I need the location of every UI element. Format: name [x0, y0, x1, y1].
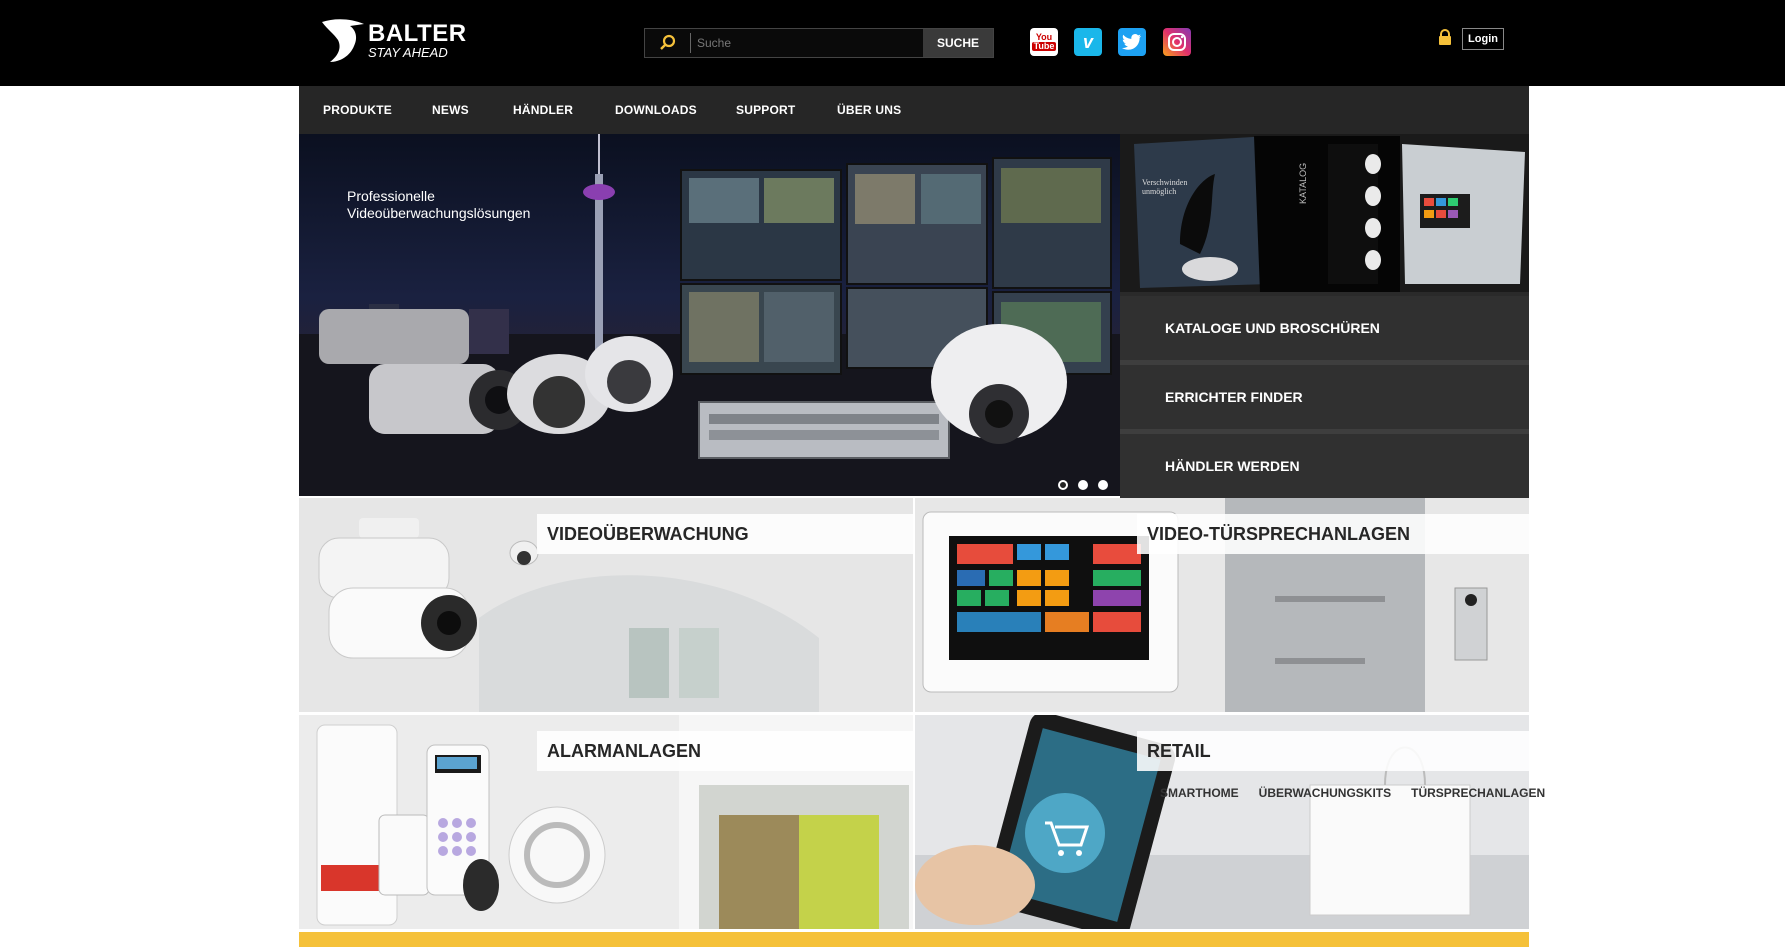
catalog-thumbnail[interactable]: Verschwinden unmöglich KATALOG	[1120, 134, 1529, 292]
catalog-thumb-spine: KATALOG	[1298, 162, 1308, 204]
login-button[interactable]: Login	[1462, 28, 1504, 50]
instagram-icon[interactable]	[1163, 28, 1191, 56]
tile-retail[interactable]: RETAIL	[915, 715, 1529, 929]
tile-label-video-tuersprechanlagen: VIDEO-TÜRSPRECHANLAGEN	[1137, 514, 1529, 554]
hero-caption-line2: Videoüberwachungslösungen	[347, 205, 531, 221]
link-haendler-werden[interactable]: HÄNDLER WERDEN	[1120, 434, 1529, 498]
retail-sublinks: SMARTHOME ÜBERWACHUNGSKITS TÜRSPRECHANLA…	[1160, 786, 1545, 800]
catalog-image	[1120, 134, 1529, 292]
catalog-thumb-text: Verschwinden unmöglich	[1142, 178, 1188, 196]
slider-dot-1[interactable]	[1058, 480, 1068, 490]
tile-alarmanlagen[interactable]: ALARMANLAGEN	[299, 715, 913, 929]
balter-logo[interactable]: BALTER STAY AHEAD	[320, 16, 470, 66]
youtube-label-bottom: Tube	[1031, 41, 1057, 51]
vimeo-icon[interactable]: v	[1074, 28, 1102, 56]
search-divider	[690, 33, 691, 53]
eagle-logo-icon	[322, 19, 364, 62]
nav-item-downloads[interactable]: DOWNLOADS	[615, 86, 697, 134]
slider-dot-3[interactable]	[1098, 480, 1108, 490]
lock-icon	[1439, 29, 1451, 45]
nav-item-support[interactable]: SUPPORT	[736, 86, 795, 134]
nav-item-news[interactable]: NEWS	[432, 86, 469, 134]
slider-dots	[1058, 480, 1108, 490]
main-nav: PRODUKTE NEWS HÄNDLER DOWNLOADS SUPPORT …	[299, 86, 1529, 134]
nav-item-produkte[interactable]: PRODUKTE	[323, 86, 392, 134]
search-input[interactable]	[695, 31, 935, 55]
tile-video-tuersprechanlagen[interactable]: VIDEO-TÜRSPRECHANLAGEN	[915, 498, 1529, 712]
search-button[interactable]: SUCHE	[923, 29, 993, 57]
tile-videoueberwachung[interactable]: VIDEOÜBERWACHUNG	[299, 498, 913, 712]
search-icon[interactable]	[645, 29, 691, 57]
vimeo-glyph: v	[1082, 31, 1093, 52]
retail-link-tuersprechanlagen[interactable]: TÜRSPRECHANLAGEN	[1411, 786, 1545, 800]
nav-item-haendler[interactable]: HÄNDLER	[513, 86, 573, 134]
retail-link-smarthome[interactable]: SMARTHOME	[1160, 786, 1239, 800]
hero-caption-line1: Professionelle	[347, 188, 435, 204]
retail-link-ueberwachungskits[interactable]: ÜBERWACHUNGSKITS	[1259, 786, 1391, 800]
link-errichter-finder[interactable]: ERRICHTER FINDER	[1120, 365, 1529, 429]
slider-dot-2[interactable]	[1078, 480, 1088, 490]
search-bar: SUCHE	[644, 28, 994, 58]
brand-name: BALTER	[368, 20, 467, 47]
hero-caption: Professionelle Videoüberwachungslösungen	[347, 188, 530, 222]
twitter-icon[interactable]	[1118, 28, 1146, 56]
tile-label-videoueberwachung: VIDEOÜBERWACHUNG	[537, 514, 913, 554]
news-section-bar	[299, 932, 1529, 947]
link-kataloge[interactable]: KATALOGE UND BROSCHÜREN	[1120, 296, 1529, 360]
tile-label-retail: RETAIL	[1137, 731, 1529, 771]
brand-tagline: STAY AHEAD	[368, 45, 448, 60]
hero-slider[interactable]: Professionelle Videoüberwachungslösungen	[299, 134, 1120, 496]
youtube-icon[interactable]: You Tube	[1030, 28, 1058, 56]
top-header: BALTER STAY AHEAD SUCHE You Tube v Login	[0, 0, 1785, 86]
tile-label-alarmanlagen: ALARMANLAGEN	[537, 731, 913, 771]
nav-item-ueber-uns[interactable]: ÜBER UNS	[837, 86, 901, 134]
side-panel: Verschwinden unmöglich KATALOG KATALOGE …	[1120, 134, 1529, 498]
